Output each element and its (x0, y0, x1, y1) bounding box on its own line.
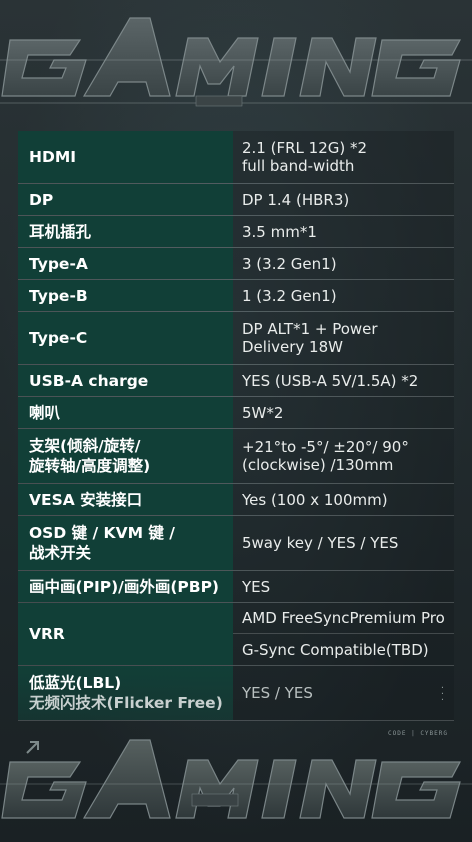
gaming-logo-bottom (0, 739, 472, 819)
spec-value: YES (USB-A 5V/1.5A) *2 (233, 365, 454, 396)
spec-row-pip-pbp: 画中画(PIP)/画外画(PBP) YES (18, 571, 454, 603)
spec-label: VESA 安装接口 (18, 484, 233, 515)
spec-label: VRR (18, 603, 233, 665)
spec-value: Yes (100 x 100mm) (233, 484, 454, 515)
spec-row-usb-a-charge: USB-A charge YES (USB-A 5V/1.5A) *2 (18, 365, 454, 397)
spec-value-line: 3 (3.2 Gen1) (242, 254, 337, 273)
top-banner (0, 0, 472, 120)
spec-row-low-blue-light: 低蓝光(LBL) 无频闪技术(Flicker Free) YES / YES ·… (18, 666, 454, 721)
spec-row-stand: 支架(倾斜/旋转/ 旋转轴/高度调整) +21°to -5°/ ±20°/ 90… (18, 429, 454, 484)
spec-label: 画中画(PIP)/画外画(PBP) (18, 571, 233, 602)
spec-table: HDMI 2.1 (FRL 12G) *2 full band-width DP… (18, 131, 454, 721)
spec-value-line: AMD FreeSyncPremium Pro (233, 603, 454, 634)
spec-value-line: Delivery 18W (242, 338, 343, 356)
spec-value: 3 (3.2 Gen1) (233, 248, 454, 279)
spec-label-line: 无频闪技术(Flicker Free) (29, 694, 223, 712)
spec-label: OSD 键 / KVM 键 / 战术开关 (18, 516, 233, 570)
spec-label-line: 战术开关 (29, 544, 92, 562)
spec-row-dp: DP DP 1.4 (HBR3) (18, 184, 454, 216)
spec-row-vrr: VRR AMD FreeSyncPremium Pro G-Sync Compa… (18, 603, 454, 666)
spec-row-type-c: Type-C DP ALT*1 + Power Delivery 18W (18, 312, 454, 365)
spec-value: 2.1 (FRL 12G) *2 full band-width (233, 131, 454, 183)
spec-value-line: 1 (3.2 Gen1) (242, 286, 337, 305)
spec-value-line: DP 1.4 (HBR3) (242, 190, 350, 209)
bottom-banner (0, 722, 472, 842)
spec-row-type-b: Type-B 1 (3.2 Gen1) (18, 280, 454, 312)
spec-row-hdmi: HDMI 2.1 (FRL 12G) *2 full band-width (18, 131, 454, 184)
spec-value-line: YES / YES (242, 684, 313, 702)
spec-value-line: +21°to -5°/ ±20°/ 90° (242, 438, 409, 456)
spec-value-line: YES (USB-A 5V/1.5A) *2 (242, 371, 419, 390)
spec-value: 5way key / YES / YES (233, 516, 454, 570)
spec-label: 低蓝光(LBL) 无频闪技术(Flicker Free) (18, 666, 233, 720)
spec-row-vesa: VESA 安装接口 Yes (100 x 100mm) (18, 484, 454, 516)
spec-label: 耳机插孔 (18, 216, 233, 247)
spec-value: 3.5 mm*1 (233, 216, 454, 247)
spec-label: 喇叭 (18, 397, 233, 428)
spec-value: AMD FreeSyncPremium Pro G-Sync Compatibl… (233, 603, 454, 665)
spec-value-line: 2.1 (FRL 12G) *2 (242, 139, 368, 157)
spec-value-line: Yes (100 x 100mm) (242, 490, 388, 509)
spec-label-line: 支架(倾斜/旋转/ (29, 437, 141, 455)
spec-label: Type-C (18, 312, 233, 364)
spec-label: DP (18, 184, 233, 215)
spec-value-line: (clockwise) /130mm (242, 456, 394, 474)
spec-label: USB-A charge (18, 365, 233, 396)
spec-row-osd-kvm: OSD 键 / KVM 键 / 战术开关 5way key / YES / YE… (18, 516, 454, 571)
spec-value-line: 5way key / YES / YES (242, 534, 399, 552)
spec-label: Type-B (18, 280, 233, 311)
spec-value-line: full band-width (242, 157, 355, 175)
gaming-logo-top (0, 17, 472, 107)
spec-label-line: OSD 键 / KVM 键 / (29, 524, 175, 542)
spec-value-line: 3.5 mm*1 (242, 222, 317, 241)
spec-value: 1 (3.2 Gen1) (233, 280, 454, 311)
spec-value: 5W*2 (233, 397, 454, 428)
spec-label: HDMI (18, 131, 233, 183)
spec-row-speaker: 喇叭 5W*2 (18, 397, 454, 429)
spec-label: Type-A (18, 248, 233, 279)
spec-value: +21°to -5°/ ±20°/ 90° (clockwise) /130mm (233, 429, 454, 483)
spec-row-headphone: 耳机插孔 3.5 mm*1 (18, 216, 454, 248)
spec-value: YES / YES (233, 666, 454, 720)
spec-label-line: 旋转轴/高度调整) (29, 457, 151, 475)
spec-value-line: G-Sync Compatible(TBD) (242, 640, 429, 659)
spec-value: DP ALT*1 + Power Delivery 18W (233, 312, 454, 364)
spec-value-line: YES (242, 577, 271, 596)
spec-row-type-a: Type-A 3 (3.2 Gen1) (18, 248, 454, 280)
spec-value-line: 5W*2 (242, 403, 284, 422)
spec-label-line: 低蓝光(LBL) (29, 674, 122, 692)
spec-value-line: DP ALT*1 + Power (242, 320, 378, 338)
spec-value: DP 1.4 (HBR3) (233, 184, 454, 215)
more-dots-icon: · · · (440, 683, 444, 706)
spec-label: 支架(倾斜/旋转/ 旋转轴/高度调整) (18, 429, 233, 483)
spec-value: YES (233, 571, 454, 602)
